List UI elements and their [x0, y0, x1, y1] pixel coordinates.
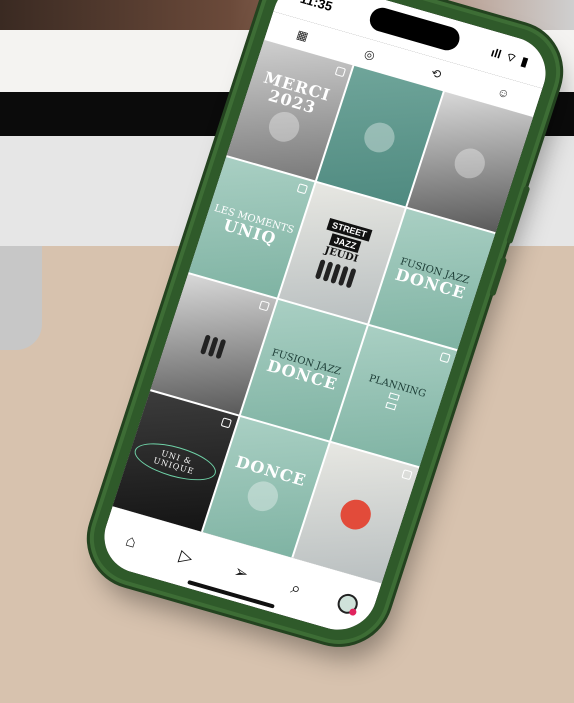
dancers-photo [199, 333, 227, 359]
power-button [489, 256, 508, 297]
dancer-photo [450, 145, 489, 182]
profile-avatar[interactable] [335, 591, 361, 617]
reposts-icon: ⟲ [429, 65, 444, 82]
tab-grid[interactable]: ▦ [295, 27, 310, 43]
status-time: 11:35 [298, 0, 335, 14]
reel-badge-icon [439, 352, 451, 364]
schedule-box [388, 392, 400, 401]
tab-tagged[interactable]: ☺ [495, 85, 511, 102]
reel-badge-icon [296, 183, 309, 195]
battery-icon: ▮ [519, 54, 530, 70]
reel-badge-icon [334, 66, 347, 78]
dancer-photo [360, 119, 399, 156]
tab-reposts[interactable]: ⟲ [429, 66, 443, 82]
reels-nav-icon[interactable]: ▷ [169, 542, 202, 574]
reel-badge-icon [401, 469, 413, 481]
reel-badge-icon [258, 300, 271, 312]
grid-icon: ▦ [294, 27, 311, 44]
tab-reels[interactable]: ◎ [362, 46, 376, 62]
wifi-icon: ⌔ [503, 49, 519, 66]
dancer-photo [265, 108, 304, 146]
tagged-icon: ☺ [495, 84, 512, 102]
home-icon[interactable]: ⌂ [115, 526, 148, 558]
schedule-box [385, 401, 397, 411]
reels-icon: ◎ [362, 46, 377, 63]
signal-icon: ıll [489, 45, 504, 62]
search-icon[interactable]: ⌕ [279, 573, 312, 605]
dancer-photo [243, 477, 282, 515]
send-icon[interactable]: ➢ [224, 557, 257, 589]
post-title: UNI & UNIQUE [130, 435, 221, 488]
dancer-photo [336, 496, 375, 533]
reel-badge-icon [220, 417, 233, 429]
background-tab-shape [0, 246, 42, 350]
